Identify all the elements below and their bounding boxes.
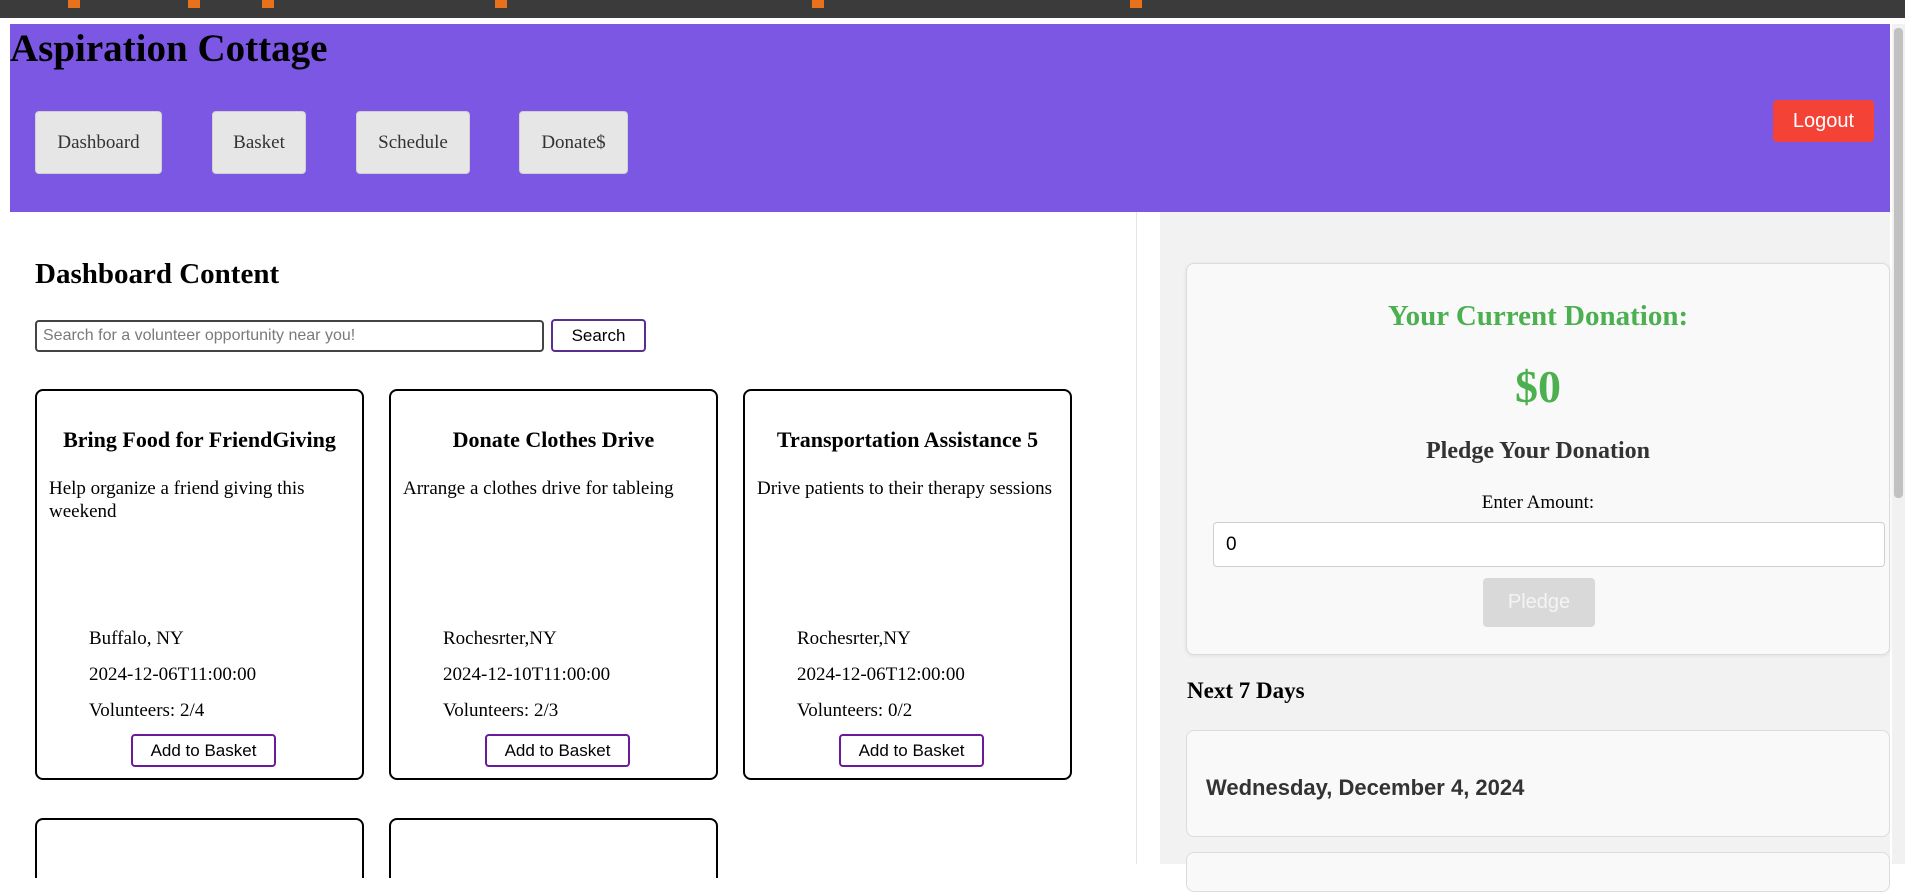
schedule-day: Wednesday, December 4, 2024 bbox=[1186, 730, 1890, 837]
card-title: Transportation Assistance 5 bbox=[776, 427, 1039, 452]
schedule-heading: Next 7 Days bbox=[1187, 678, 1305, 703]
opportunity-card-partial bbox=[389, 818, 718, 878]
page-scrollbar[interactable] bbox=[1892, 24, 1905, 864]
opportunity-card-partial bbox=[35, 818, 364, 878]
card-volunteers: Volunteers: 0/2 bbox=[797, 700, 913, 721]
donation-heading: Your Current Donation: bbox=[1387, 300, 1689, 332]
app-header: Aspiration Cottage Dashboard Basket Sche… bbox=[10, 24, 1890, 212]
card-title: Donate Clothes Drive bbox=[452, 427, 655, 452]
card-datetime: 2024-12-06T12:00:00 bbox=[797, 664, 965, 685]
card-location: Buffalo, NY bbox=[89, 628, 184, 649]
pledge-heading: Pledge Your Donation bbox=[1425, 438, 1650, 464]
opportunity-card: Donate Clothes Drive Arrange a clothes d… bbox=[389, 389, 718, 780]
card-title: Bring Food for FriendGiving bbox=[63, 427, 336, 452]
card-description: Drive patients to their therapy sessions bbox=[757, 478, 1052, 499]
logout-button[interactable]: Logout bbox=[1773, 100, 1874, 142]
opportunity-card: Bring Food for FriendGiving Help organiz… bbox=[35, 389, 364, 780]
add-to-basket-button[interactable]: Add to Basket bbox=[839, 734, 984, 767]
card-location: Rochesrter,NY bbox=[443, 628, 557, 649]
browser-tab-strip bbox=[0, 0, 1905, 18]
card-volunteers: Volunteers: 2/3 bbox=[443, 700, 559, 721]
donation-panel: Your Current Donation: $0 Pledge Your Do… bbox=[1186, 263, 1890, 655]
browser-tab-favicon bbox=[812, 0, 824, 8]
current-donation-amount: $0 bbox=[1515, 361, 1561, 412]
nav-dashboard-button[interactable]: Dashboard bbox=[35, 111, 162, 174]
page-title: Dashboard Content bbox=[35, 258, 280, 290]
add-to-basket-button[interactable]: Add to Basket bbox=[131, 734, 276, 767]
scrollbar-thumb[interactable] bbox=[1894, 28, 1903, 498]
add-to-basket-button[interactable]: Add to Basket bbox=[485, 734, 630, 767]
donation-sidebar: Your Current Donation: $0 Pledge Your Do… bbox=[1160, 212, 1890, 892]
search-input[interactable] bbox=[35, 320, 544, 352]
browser-tab-favicon bbox=[1130, 0, 1142, 8]
card-volunteers: Volunteers: 2/4 bbox=[89, 700, 205, 721]
amount-label: Enter Amount: bbox=[1481, 492, 1595, 513]
opportunity-card: Transportation Assistance 5 Drive patien… bbox=[743, 389, 1072, 780]
amount-input[interactable] bbox=[1213, 522, 1885, 567]
browser-tab-favicon bbox=[68, 0, 80, 8]
schedule-day-label: Wednesday, December 4, 2024 bbox=[1206, 775, 1525, 800]
card-datetime: 2024-12-10T11:00:00 bbox=[443, 664, 611, 685]
schedule-day-partial bbox=[1186, 852, 1890, 892]
app-title: Aspiration Cottage bbox=[10, 27, 328, 70]
browser-tab-favicon bbox=[495, 0, 507, 8]
card-datetime: 2024-12-06T11:00:00 bbox=[89, 664, 257, 685]
card-description: Arrange a clothes drive for tableing bbox=[403, 478, 674, 499]
nav-basket-button[interactable]: Basket bbox=[212, 111, 306, 174]
pledge-button[interactable]: Pledge bbox=[1483, 578, 1595, 627]
search-button[interactable]: Search bbox=[551, 319, 646, 352]
card-location: Rochesrter,NY bbox=[797, 628, 911, 649]
browser-tab-favicon bbox=[262, 0, 274, 8]
browser-tab-favicon bbox=[188, 0, 200, 8]
dashboard-panel: Dashboard Content Search Bring Food for … bbox=[10, 212, 1137, 878]
nav-donate-button[interactable]: Donate$ bbox=[519, 111, 628, 174]
card-description: Help organize a friend giving this weeke… bbox=[49, 478, 305, 522]
nav-schedule-button[interactable]: Schedule bbox=[356, 111, 470, 174]
